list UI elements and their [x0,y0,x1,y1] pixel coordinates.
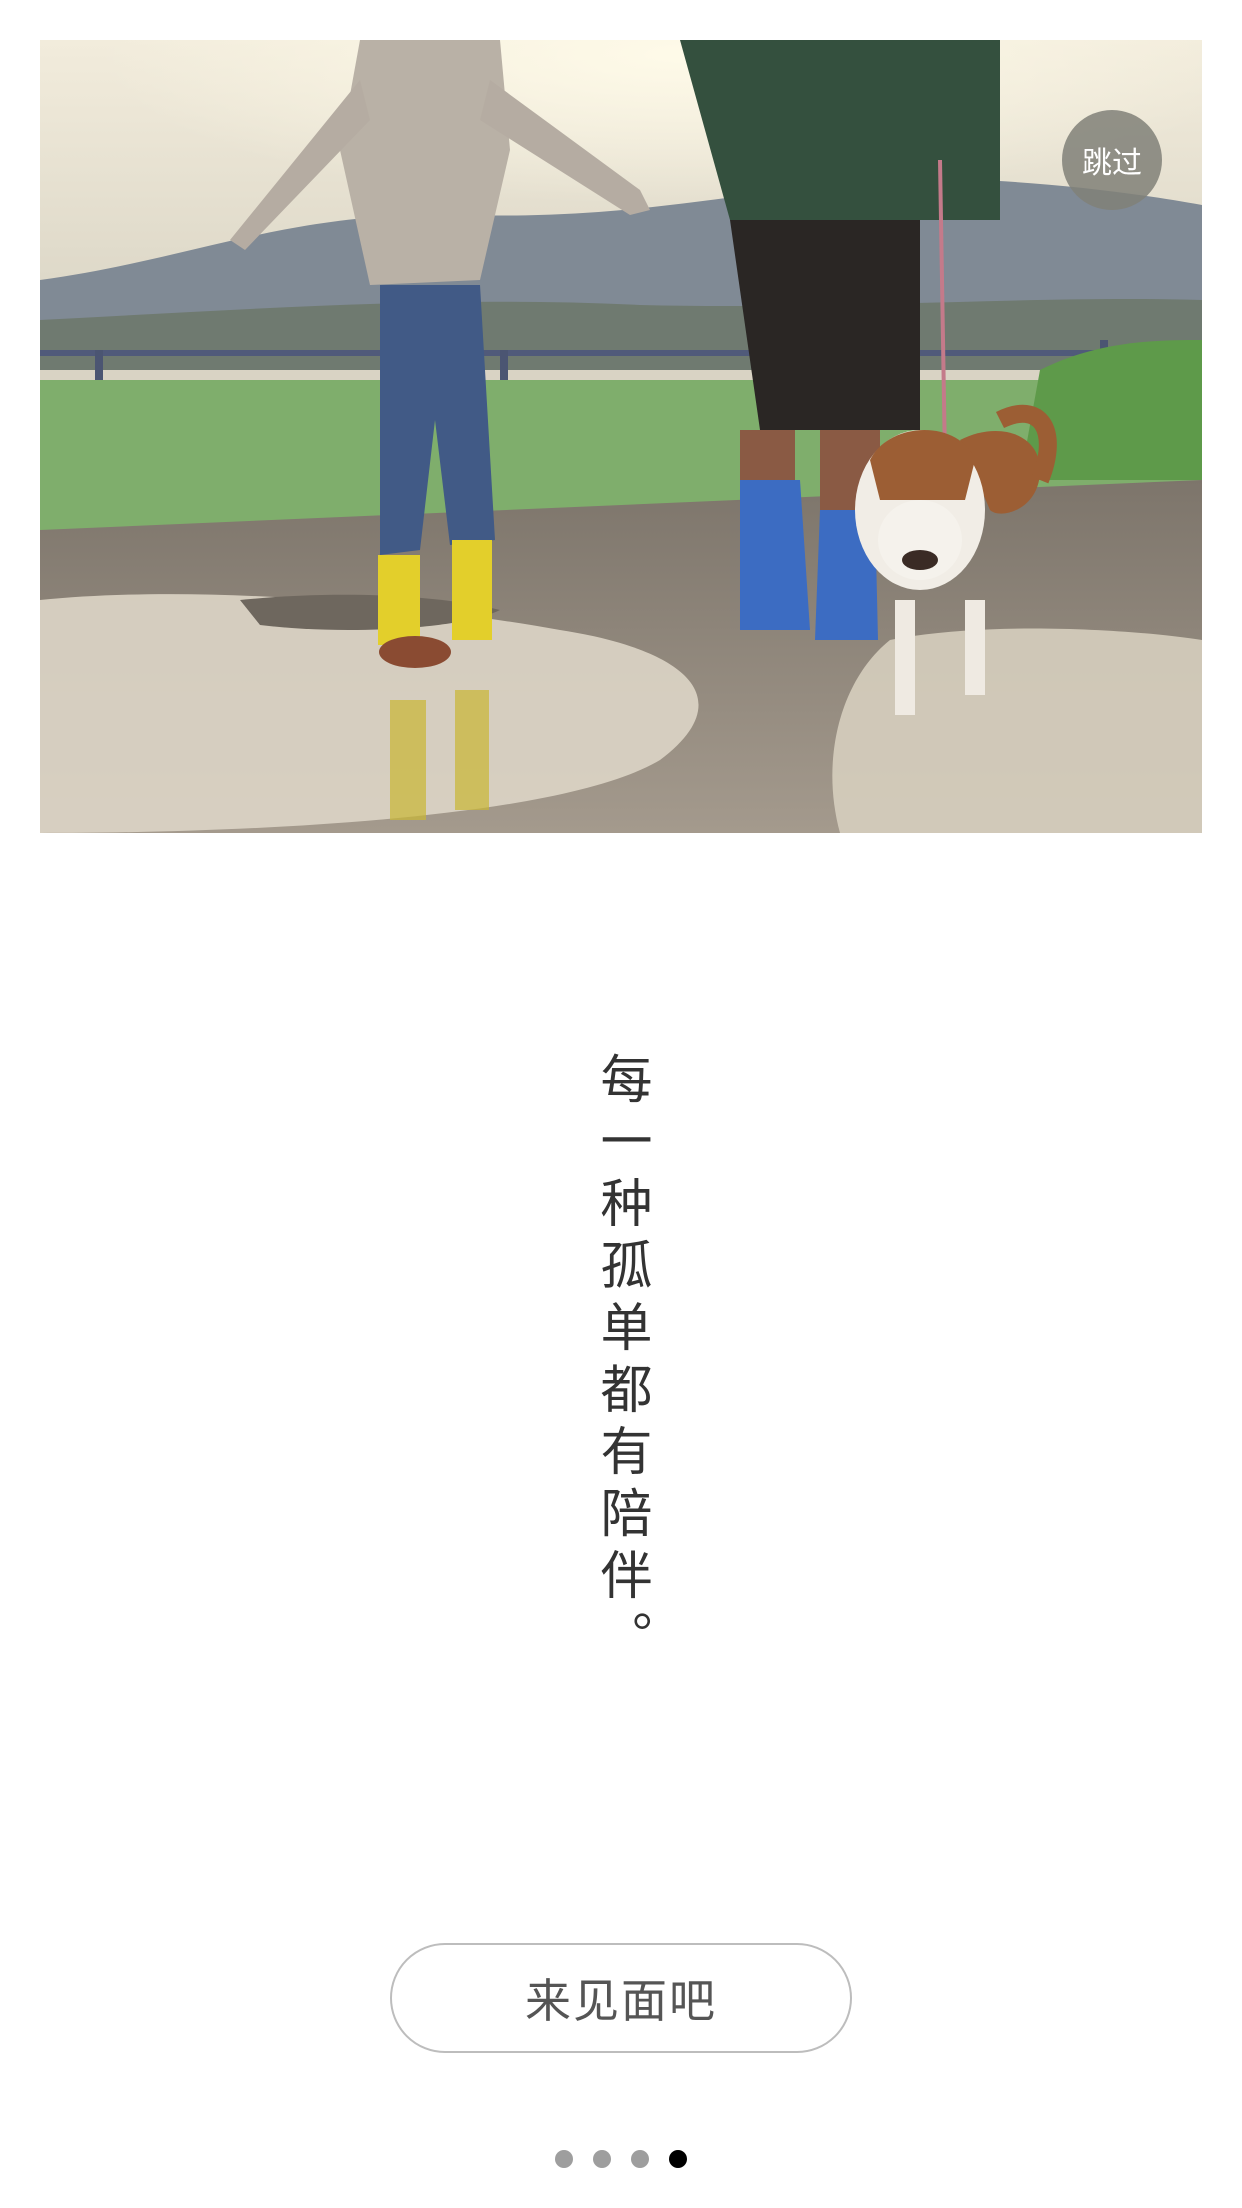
page-dot[interactable] [593,2150,611,2168]
page-dot[interactable] [631,2150,649,2168]
page-dot-active[interactable] [669,2150,687,2168]
slogan-text: 每一种孤单都有陪伴。 [591,1052,651,1672]
hero-illustration [40,40,1202,833]
page-dot[interactable] [555,2150,573,2168]
skip-button[interactable]: 跳过 [1062,110,1162,210]
skip-button-label: 跳过 [1082,146,1142,181]
meet-button[interactable]: 来见面吧 [390,1943,852,2053]
slogan: 每一种孤单都有陪伴。 [0,1052,1242,1672]
page-indicator [0,2150,1242,2168]
hero-image: 跳过 [40,40,1202,833]
meet-button-label: 来见面吧 [525,1974,717,2028]
